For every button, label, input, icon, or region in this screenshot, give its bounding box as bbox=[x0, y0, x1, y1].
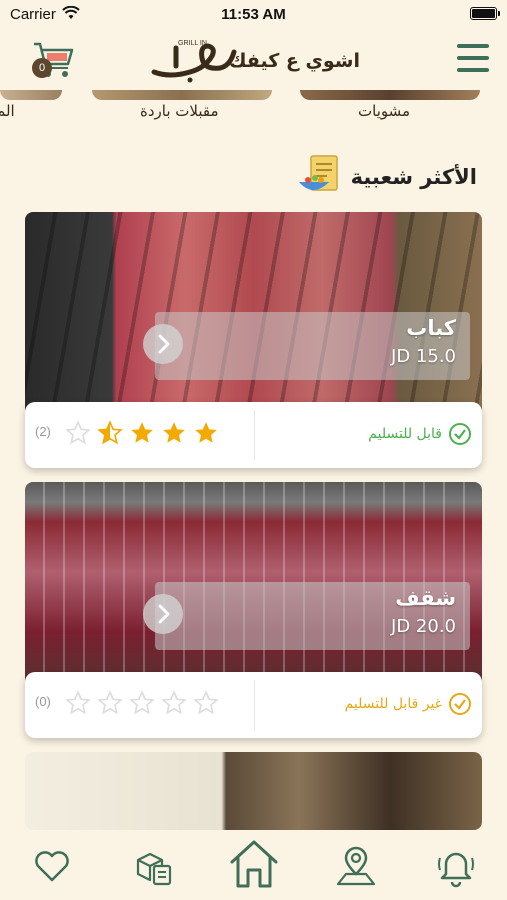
star-half-icon[interactable] bbox=[97, 420, 123, 446]
clock: 11:53 AM bbox=[221, 6, 286, 23]
tab-location[interactable] bbox=[334, 844, 378, 888]
star-empty-icon[interactable] bbox=[129, 690, 155, 716]
category-label-grills[interactable]: مشويات bbox=[358, 102, 410, 120]
app-logo: GRILL IN اشوي ع كيفك bbox=[150, 38, 360, 84]
product-photo[interactable] bbox=[25, 752, 482, 830]
bottom-tab-bar bbox=[0, 830, 507, 900]
product-card[interactable]: شقف JD 20.0 غير قابل للتسليم (0) bbox=[25, 482, 482, 740]
bell-icon bbox=[438, 852, 474, 888]
product-price: JD 15.0 bbox=[391, 346, 456, 367]
heart-icon bbox=[35, 851, 69, 882]
battery-icon bbox=[470, 7, 500, 20]
tab-notifications[interactable] bbox=[434, 844, 478, 888]
category-image-partial[interactable] bbox=[0, 90, 62, 100]
logo-subtitle: GRILL IN bbox=[178, 40, 207, 47]
category-label-partial[interactable]: الم bbox=[0, 102, 15, 120]
product-price: JD 20.0 bbox=[391, 616, 456, 637]
menu-line bbox=[457, 56, 489, 60]
status-bar: Carrier 11:53 AM bbox=[0, 0, 507, 30]
home-icon bbox=[230, 840, 278, 888]
tab-home[interactable] bbox=[226, 836, 282, 892]
star-full-icon[interactable] bbox=[193, 420, 219, 446]
delivery-status: قابل للتسليم bbox=[368, 422, 472, 446]
product-open-button[interactable] bbox=[143, 324, 183, 364]
menu-line bbox=[457, 44, 489, 48]
star-empty-icon[interactable] bbox=[97, 690, 123, 716]
section-title: الأكثر شعبية bbox=[350, 165, 477, 189]
category-image-grills[interactable] bbox=[300, 90, 480, 100]
category-image-cold[interactable] bbox=[92, 90, 272, 100]
tab-orders[interactable] bbox=[132, 844, 176, 888]
order-list-icon bbox=[136, 852, 172, 886]
delivery-status: غير قابل للتسليم bbox=[345, 692, 472, 716]
chevron-right-icon bbox=[158, 604, 170, 624]
star-empty-icon[interactable] bbox=[193, 690, 219, 716]
star-full-icon[interactable] bbox=[129, 420, 155, 446]
location-icon bbox=[336, 846, 376, 886]
delivery-label: غير قابل للتسليم bbox=[344, 696, 442, 712]
menu-line bbox=[457, 68, 489, 72]
delivery-label: قابل للتسليم bbox=[368, 426, 442, 442]
rating-count: (2) bbox=[35, 424, 51, 439]
section-header: الأكثر شعبية bbox=[297, 152, 477, 202]
cart-count-badge: 0 bbox=[32, 58, 52, 78]
divider bbox=[254, 680, 255, 730]
rating-count: (0) bbox=[35, 694, 51, 709]
star-empty-icon[interactable] bbox=[161, 690, 187, 716]
product-info-bar: قابل للتسليم (2) bbox=[25, 402, 482, 468]
menu-card-icon bbox=[298, 155, 338, 191]
product-name: شقف bbox=[395, 586, 456, 610]
product-card[interactable] bbox=[25, 752, 482, 830]
check-circle-icon bbox=[449, 693, 471, 715]
product-open-button[interactable] bbox=[143, 594, 183, 634]
divider bbox=[254, 410, 255, 460]
product-name: كباب bbox=[406, 316, 456, 340]
rating-stars[interactable] bbox=[65, 420, 219, 446]
menu-button[interactable] bbox=[457, 44, 489, 74]
logo-text: اشوي ع كيفك bbox=[229, 50, 360, 72]
category-strip[interactable]: مشويات مقبلات باردة الم bbox=[0, 90, 507, 130]
category-label-cold[interactable]: مقبلات باردة bbox=[140, 102, 219, 120]
star-full-icon[interactable] bbox=[161, 420, 187, 446]
product-overlay: شقف JD 20.0 bbox=[155, 582, 470, 650]
star-empty-icon[interactable] bbox=[65, 690, 91, 716]
chevron-right-icon bbox=[158, 334, 170, 354]
app-header: 0 GRILL IN اشوي ع كيفك bbox=[0, 30, 507, 90]
product-overlay: كباب JD 15.0 bbox=[155, 312, 470, 380]
product-info-bar: غير قابل للتسليم (0) bbox=[25, 672, 482, 738]
product-card[interactable]: كباب JD 15.0 قابل للتسليم (2) bbox=[25, 212, 482, 470]
tab-favorites[interactable] bbox=[30, 844, 74, 888]
check-circle-icon bbox=[449, 423, 471, 445]
star-empty-icon[interactable] bbox=[65, 420, 91, 446]
rating-stars[interactable] bbox=[65, 690, 219, 716]
